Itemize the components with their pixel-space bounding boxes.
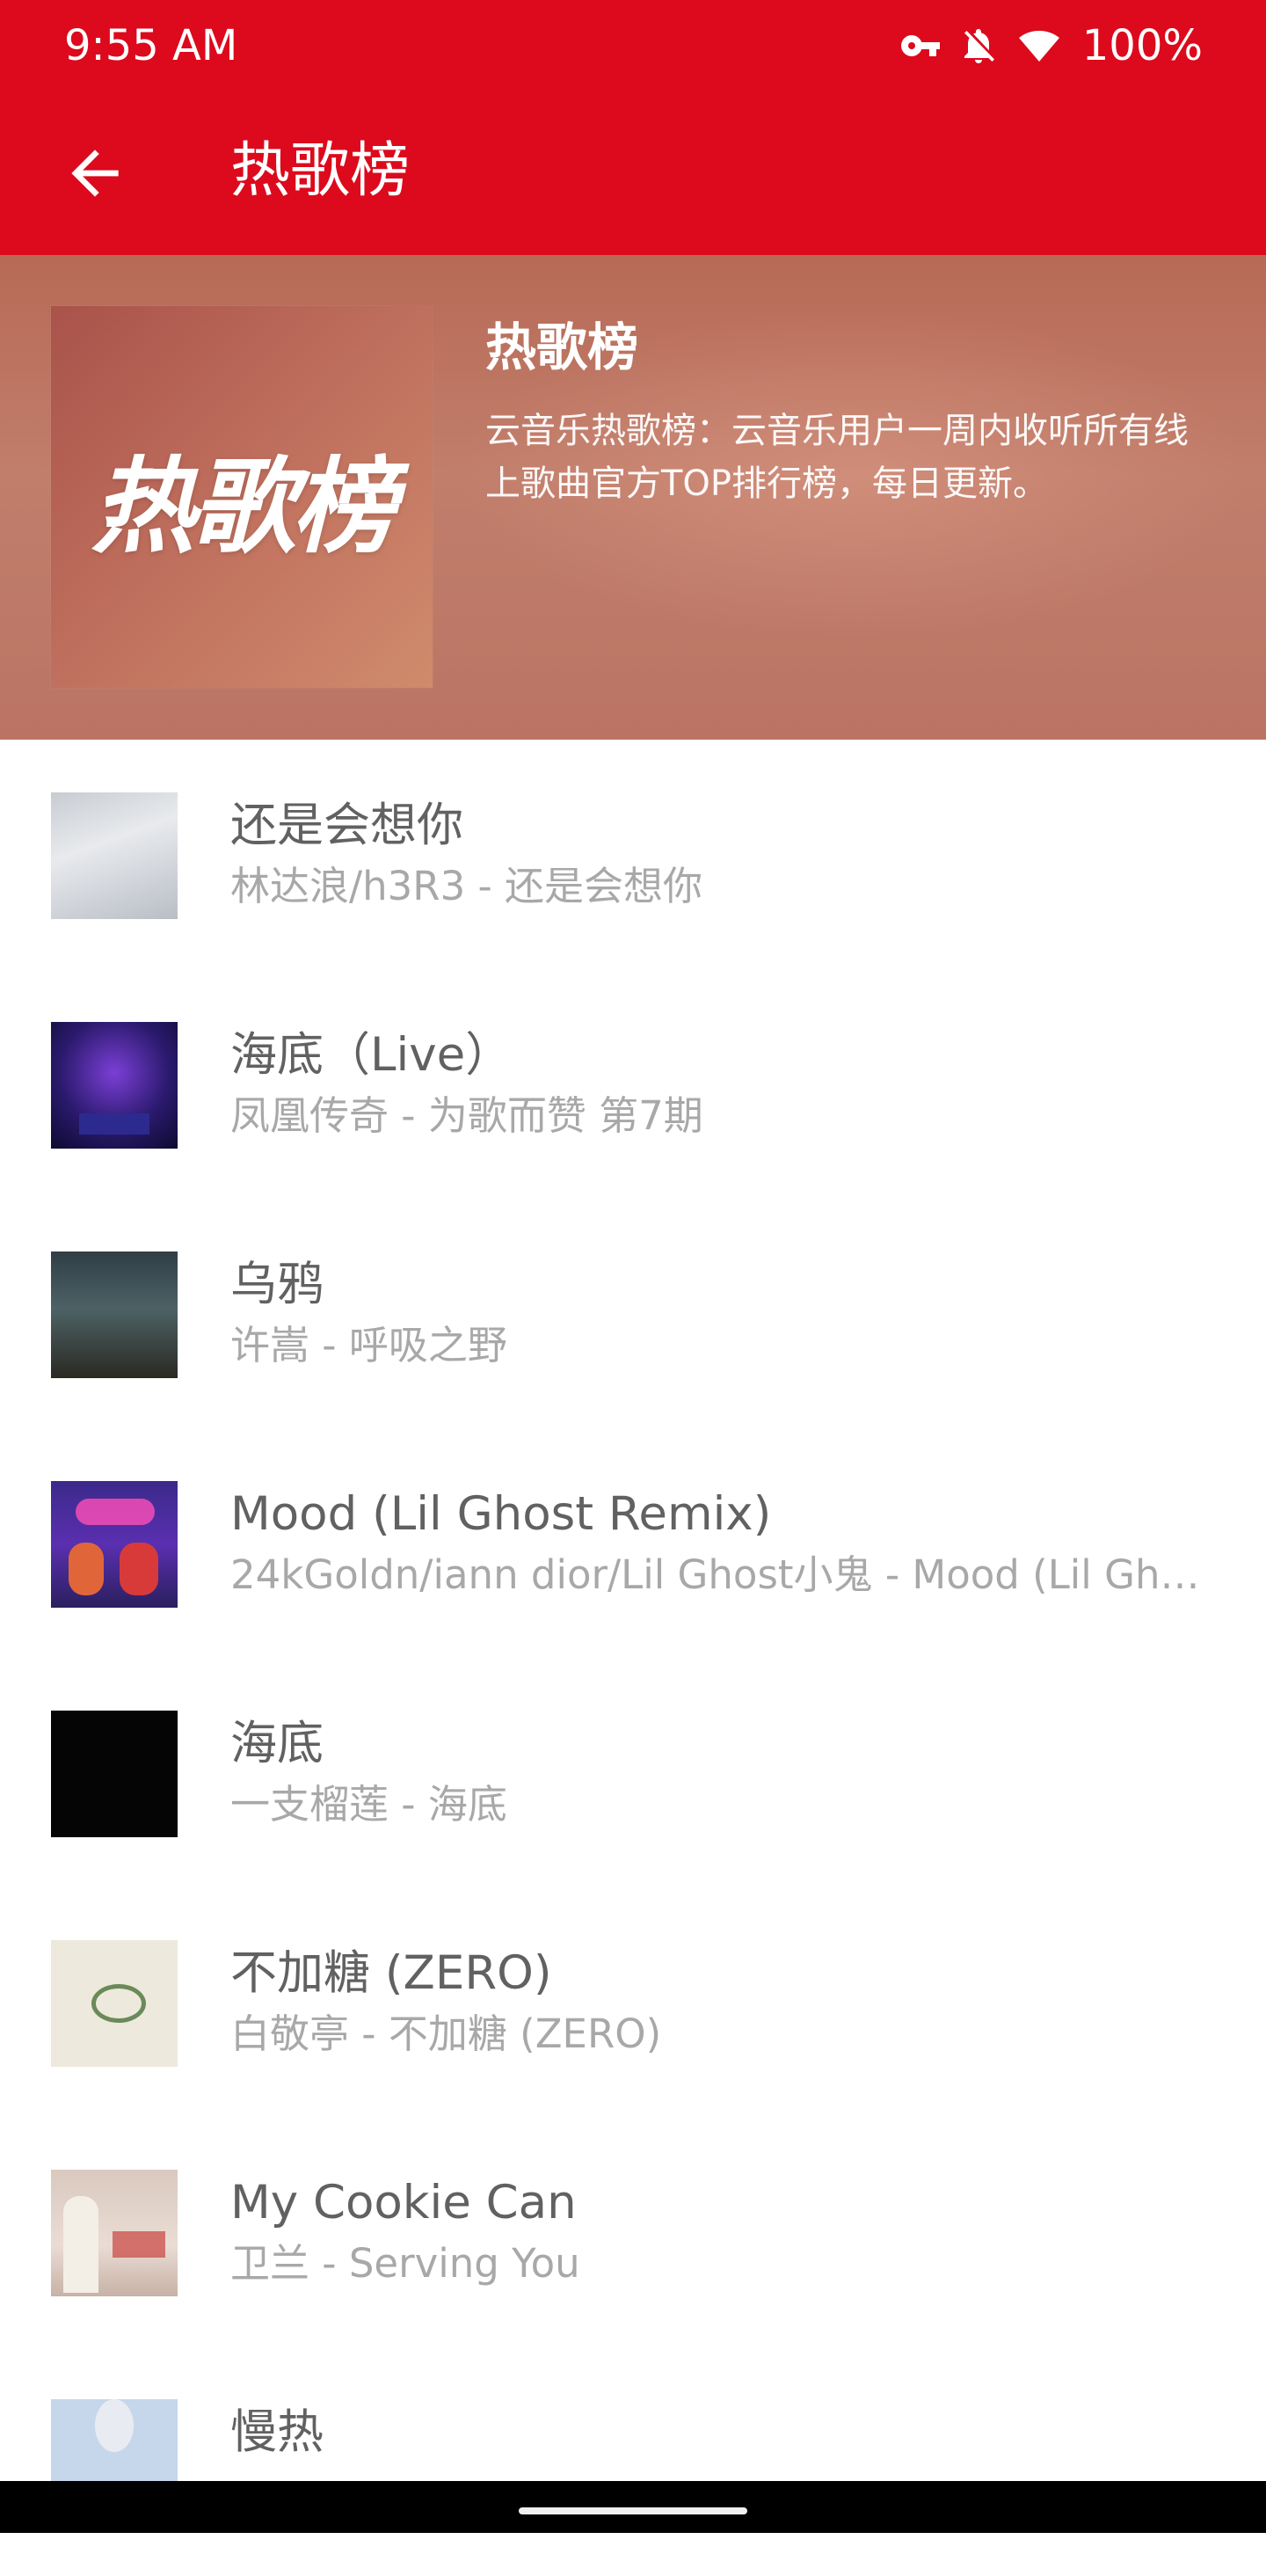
status-bar: 9:55 AM 100% — [0, 0, 1266, 92]
song-title: 乌鸦 — [230, 1258, 324, 1311]
notifications-off-icon — [957, 25, 1000, 67]
song-title: My Cookie Can — [230, 2176, 577, 2229]
vpn-key-icon — [899, 25, 942, 67]
song-artist-album: 卫兰 - Serving You — [230, 2240, 580, 2287]
song-row[interactable]: 还是会想你 林达浪/h3R3 - 还是会想你 — [0, 740, 1266, 969]
playlist-header: 热歌榜 热歌榜 云音乐热歌榜：云音乐用户一周内收听所有线上歌曲官方TOP排行榜，… — [0, 255, 1266, 740]
song-title: 海底 — [230, 1717, 324, 1770]
song-artist-album: 凤凰传奇 - 为歌而赞 第7期 — [230, 1092, 703, 1139]
playlist-cover: 热歌榜 — [51, 306, 433, 688]
song-row[interactable]: 慢热 — [0, 2346, 1266, 2576]
album-cover — [51, 1022, 178, 1149]
song-row[interactable]: 海底（Live） 凤凰传奇 - 为歌而赞 第7期 — [0, 969, 1266, 1199]
song-list: 还是会想你 林达浪/h3R3 - 还是会想你 海底（Live） 凤凰传奇 - 为… — [0, 740, 1266, 2576]
song-row[interactable]: 乌鸦 许嵩 - 呼吸之野 — [0, 1199, 1266, 1428]
app-bar: 热歌榜 — [0, 92, 1266, 255]
song-artist-album: 林达浪/h3R3 - 还是会想你 — [230, 863, 703, 909]
song-title: 慢热 — [230, 2405, 324, 2459]
album-cover — [51, 1481, 178, 1608]
song-artist-album: 24kGoldn/iann dior/Lil Ghost小鬼 - Mood (L… — [230, 1551, 1215, 1598]
song-title: Mood (Lil Ghost Remix) — [230, 1487, 772, 1541]
album-cover — [51, 1711, 178, 1837]
song-title: 还是会想你 — [230, 799, 463, 852]
song-artist-album: 一支榴莲 - 海底 — [230, 1781, 507, 1828]
song-title: 海底（Live） — [230, 1028, 513, 1082]
playlist-title: 热歌榜 — [485, 317, 639, 377]
song-row[interactable]: 海底 一支榴莲 - 海底 — [0, 1658, 1266, 1887]
status-time: 9:55 AM — [64, 21, 238, 70]
wifi-icon — [1015, 25, 1063, 67]
album-cover — [51, 792, 178, 919]
song-row[interactable]: My Cookie Can 卫兰 - Serving You — [0, 2117, 1266, 2346]
playlist-cover-text: 热歌榜 — [91, 445, 396, 567]
arrow-back-icon[interactable] — [60, 138, 130, 208]
song-row[interactable]: Mood (Lil Ghost Remix) 24kGoldn/iann dio… — [0, 1428, 1266, 1658]
album-cover — [51, 1252, 178, 1378]
song-row[interactable]: 不加糖 (ZERO) 白敬亭 - 不加糖 (ZERO) — [0, 1887, 1266, 2117]
page-title: 热歌榜 — [230, 136, 411, 206]
home-gesture-handle[interactable] — [519, 2507, 747, 2514]
battery-level: 100% — [1081, 21, 1203, 70]
song-artist-album: 白敬亭 - 不加糖 (ZERO) — [230, 2010, 662, 2057]
song-title: 不加糖 (ZERO) — [230, 1946, 552, 2000]
album-cover — [51, 2170, 178, 2296]
album-cover — [51, 1940, 178, 2067]
status-icons: 100% — [899, 19, 1203, 72]
song-artist-album: 许嵩 - 呼吸之野 — [230, 1322, 507, 1368]
system-navigation-bar — [0, 2481, 1266, 2533]
playlist-description: 云音乐热歌榜：云音乐用户一周内收听所有线上歌曲官方TOP排行榜，每日更新。 — [485, 411, 1189, 504]
